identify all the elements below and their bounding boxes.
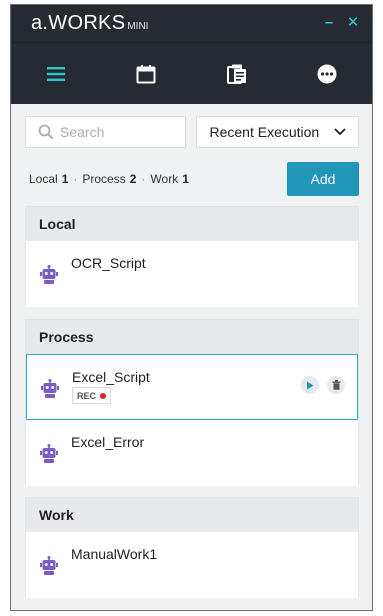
close-button[interactable]: ✕ (346, 14, 360, 30)
sort-select-value: Recent Execution (209, 124, 320, 140)
record-dot-icon (100, 392, 107, 399)
section-header-work: Work (26, 498, 358, 532)
item-name: Excel_Error (71, 434, 145, 450)
app-logo: a.WORKS MINI (31, 12, 148, 35)
app-window: a.WORKS MINI – ✕ Search Recent Execution… (10, 4, 373, 611)
window-controls: – ✕ (322, 14, 360, 30)
robot-icon (40, 265, 58, 284)
nav-bar (11, 42, 372, 104)
local-count-label: Local (29, 172, 58, 186)
robot-icon (40, 444, 58, 463)
menu-icon (47, 66, 66, 81)
work-count: 1 (182, 172, 189, 186)
search-box[interactable] (25, 116, 187, 148)
list-item[interactable]: OCR_Script (26, 241, 358, 307)
category-counts: Local 1 · Process 2 · Work 1 (29, 172, 189, 186)
calendar-icon (136, 64, 156, 83)
count-separator: · (73, 172, 78, 186)
play-icon (307, 381, 314, 389)
search-input[interactable] (60, 124, 180, 140)
search-row: Recent Execution (25, 116, 359, 148)
item-name: Excel_Script (72, 369, 150, 385)
process-count-label: Process (82, 172, 126, 186)
section-header-process: Process (26, 320, 358, 354)
titlebar[interactable]: a.WORKS MINI – ✕ (11, 5, 372, 42)
clipboard-icon (226, 64, 246, 84)
rec-badge-label: REC (77, 390, 97, 401)
list-item[interactable]: ManualWork1 (26, 532, 358, 598)
run-button[interactable] (301, 376, 319, 394)
add-button[interactable]: Add (287, 162, 359, 196)
robot-icon (41, 379, 59, 398)
rec-badge: REC (72, 387, 112, 404)
tab-more[interactable] (282, 43, 372, 104)
list-item[interactable]: Excel_Error (26, 420, 358, 486)
minimize-button[interactable]: – (322, 14, 336, 30)
list-item[interactable]: Excel_Script REC (26, 354, 358, 420)
robot-icon (40, 556, 58, 575)
item-name: OCR_Script (71, 255, 146, 271)
local-count: 1 (61, 172, 69, 186)
main-content: Recent Execution Local 1 · Process 2 · W… (11, 104, 372, 610)
chevron-down-icon (334, 128, 346, 136)
tab-list[interactable] (11, 43, 101, 104)
search-icon (38, 124, 54, 140)
tab-calendar[interactable] (101, 43, 191, 104)
logo-sub-text: MINI (127, 21, 149, 32)
section-local: Local OCR_Script (25, 206, 359, 307)
tab-clipboard[interactable] (192, 43, 282, 104)
logo-main-text: a.WORKS (31, 12, 126, 34)
count-row: Local 1 · Process 2 · Work 1 Add (29, 162, 359, 196)
item-name: ManualWork1 (71, 546, 158, 562)
process-count: 2 (129, 172, 137, 186)
section-process: Process Excel_Script REC Excel_Error (25, 319, 359, 486)
trash-icon (332, 380, 340, 390)
section-header-local: Local (26, 207, 358, 241)
item-actions (301, 376, 345, 394)
sort-select[interactable]: Recent Execution (196, 116, 359, 148)
count-separator: · (141, 172, 146, 186)
work-count-label: Work (150, 172, 179, 186)
delete-button[interactable] (327, 376, 345, 394)
more-icon (317, 64, 337, 83)
section-work: Work ManualWork1 (25, 497, 359, 598)
